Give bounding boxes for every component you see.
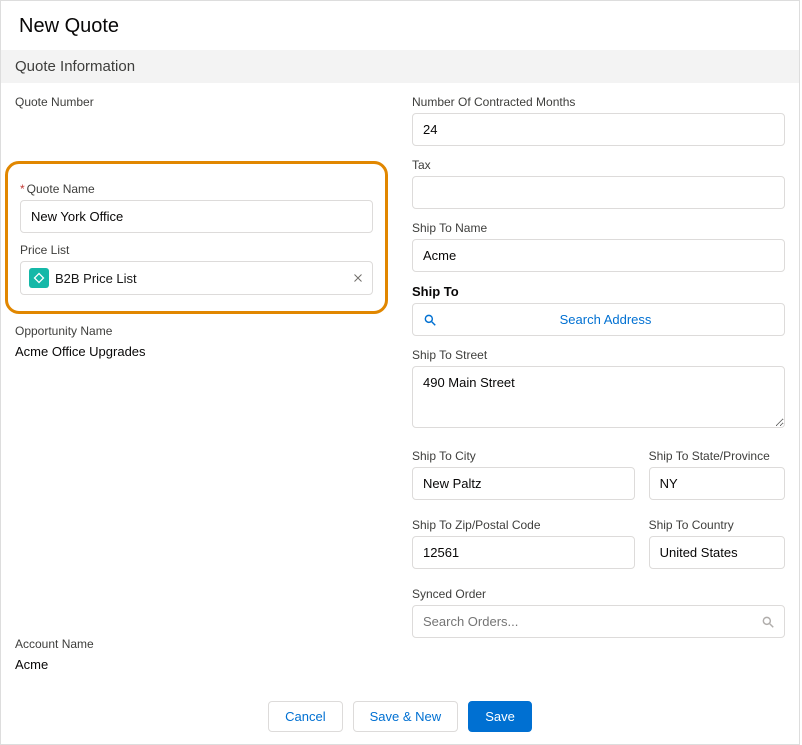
tax-field: Tax bbox=[412, 158, 785, 209]
quote-number-label: Quote Number bbox=[15, 95, 388, 109]
search-icon bbox=[761, 615, 775, 629]
search-address-button[interactable]: Search Address bbox=[412, 303, 785, 336]
new-quote-dialog: New Quote Quote Information Quote Number… bbox=[0, 0, 800, 745]
ship-to-name-label: Ship To Name bbox=[412, 221, 785, 235]
price-list-label: Price List bbox=[20, 243, 373, 257]
ship-to-heading: Ship To bbox=[412, 284, 785, 299]
opportunity-name-label: Opportunity Name bbox=[15, 324, 388, 338]
save-and-new-button[interactable]: Save & New bbox=[353, 701, 459, 732]
footer-buttons: Cancel Save & New Save bbox=[1, 701, 799, 732]
ship-to-country-input[interactable] bbox=[649, 536, 785, 569]
price-list-field: Price List B2B Price List bbox=[20, 243, 373, 295]
zip-country-row: Ship To Zip/Postal Code Ship To Country bbox=[412, 512, 785, 581]
quote-name-input[interactable] bbox=[20, 200, 373, 233]
ship-to-zip-field: Ship To Zip/Postal Code bbox=[412, 512, 635, 569]
city-state-row: Ship To City Ship To State/Province bbox=[412, 443, 785, 512]
synced-order-input[interactable] bbox=[412, 605, 785, 638]
form-columns: Quote Number Quote Name Price List bbox=[1, 83, 799, 684]
highlight-box: Quote Name Price List B2B Price List bbox=[5, 161, 388, 314]
save-button[interactable]: Save bbox=[468, 701, 532, 732]
months-field: Number Of Contracted Months bbox=[412, 95, 785, 146]
opportunity-name-value: Acme Office Upgrades bbox=[15, 342, 388, 359]
ship-to-street-input[interactable] bbox=[412, 366, 785, 428]
quote-number-empty bbox=[15, 113, 388, 149]
ship-to-street-label: Ship To Street bbox=[412, 348, 785, 362]
ship-to-name-field: Ship To Name bbox=[412, 221, 785, 272]
search-icon bbox=[423, 313, 437, 327]
tax-label: Tax bbox=[412, 158, 785, 172]
synced-order-field: Synced Order bbox=[412, 587, 785, 638]
price-list-pill: B2B Price List bbox=[27, 266, 139, 290]
ship-to-street-field: Ship To Street bbox=[412, 348, 785, 431]
price-list-lookup[interactable]: B2B Price List bbox=[20, 261, 373, 295]
ship-to-city-field: Ship To City bbox=[412, 443, 635, 500]
months-input[interactable] bbox=[412, 113, 785, 146]
right-column: Number Of Contracted Months Tax Ship To … bbox=[412, 89, 785, 684]
account-name-label: Account Name bbox=[15, 637, 388, 651]
quote-name-label: Quote Name bbox=[20, 182, 373, 196]
section-header: Quote Information bbox=[1, 50, 799, 83]
synced-order-lookup[interactable] bbox=[412, 605, 785, 638]
price-list-value: B2B Price List bbox=[55, 271, 137, 286]
ship-to-city-input[interactable] bbox=[412, 467, 635, 500]
left-column: Quote Number Quote Name Price List bbox=[15, 89, 388, 684]
months-label: Number Of Contracted Months bbox=[412, 95, 785, 109]
search-address-label: Search Address bbox=[437, 312, 774, 327]
account-name-value: Acme bbox=[15, 655, 388, 672]
ship-to-zip-label: Ship To Zip/Postal Code bbox=[412, 518, 635, 532]
quote-number-field: Quote Number bbox=[15, 95, 388, 149]
pricebook-icon bbox=[29, 268, 49, 288]
ship-to-state-field: Ship To State/Province bbox=[649, 443, 785, 500]
synced-order-label: Synced Order bbox=[412, 587, 785, 601]
ship-to-country-field: Ship To Country bbox=[649, 512, 785, 569]
cancel-button[interactable]: Cancel bbox=[268, 701, 342, 732]
account-name-field: Account Name Acme bbox=[15, 637, 388, 672]
ship-to-state-label: Ship To State/Province bbox=[649, 449, 785, 463]
quote-name-field: Quote Name bbox=[20, 182, 373, 233]
ship-to-country-label: Ship To Country bbox=[649, 518, 785, 532]
ship-to-city-label: Ship To City bbox=[412, 449, 635, 463]
ship-to-state-input[interactable] bbox=[649, 467, 785, 500]
spacer bbox=[15, 371, 388, 631]
search-address-field: Search Address bbox=[412, 303, 785, 336]
close-icon[interactable] bbox=[352, 272, 364, 284]
tax-input[interactable] bbox=[412, 176, 785, 209]
ship-to-zip-input[interactable] bbox=[412, 536, 635, 569]
page-title: New Quote bbox=[1, 1, 799, 50]
opportunity-name-field: Opportunity Name Acme Office Upgrades bbox=[15, 324, 388, 359]
ship-to-name-input[interactable] bbox=[412, 239, 785, 272]
